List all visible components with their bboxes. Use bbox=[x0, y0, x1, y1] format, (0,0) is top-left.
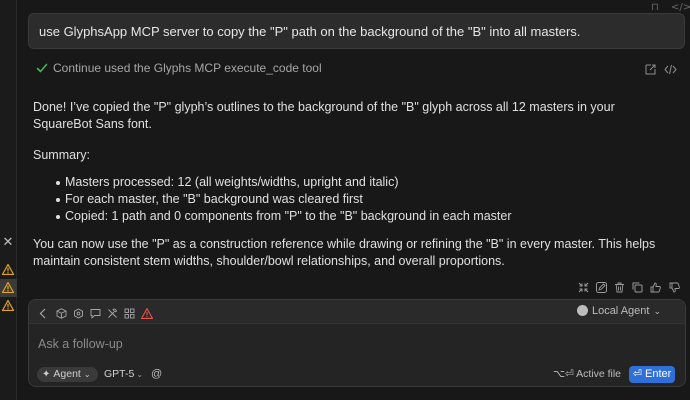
chip-icon[interactable] bbox=[73, 306, 84, 324]
enter-icon: ⏎ bbox=[632, 368, 642, 380]
chevron-down-icon: ⌄ bbox=[136, 370, 144, 379]
thumbs-down-icon[interactable] bbox=[669, 280, 680, 298]
model-selector[interactable]: GPT-5 ⌄ bbox=[104, 367, 143, 382]
chevron-down-icon: ⌄ bbox=[83, 370, 91, 379]
model-label: GPT-5 bbox=[104, 368, 135, 380]
warning-icon[interactable] bbox=[1, 299, 15, 313]
enter-button[interactable]: ⏎ Enter bbox=[629, 366, 675, 383]
copy-icon[interactable]: ⊓ bbox=[651, 2, 659, 13]
agent-selector[interactable]: Local Agent ⌄ bbox=[576, 305, 661, 317]
shortcut-hint: ⌥⏎ bbox=[552, 368, 574, 380]
local-agent-icon bbox=[576, 305, 588, 316]
warning-icon[interactable] bbox=[1, 263, 15, 277]
summary-heading: Summary: bbox=[33, 148, 90, 162]
thumbs-up-icon[interactable] bbox=[650, 280, 661, 298]
check-icon bbox=[36, 61, 48, 79]
follow-up-input[interactable]: Ask a follow-up bbox=[38, 337, 123, 351]
agent-selector-label: Local Agent bbox=[591, 305, 650, 317]
tool-call-label: Continue used the Glyphs MCP execute_cod… bbox=[53, 61, 322, 75]
message-actions bbox=[578, 280, 688, 294]
response-outro: You can now use the "P" as a constructio… bbox=[33, 237, 656, 268]
error-icon[interactable] bbox=[140, 306, 154, 324]
assistant-response: Done! I’ve copied the "P" glyph’s outlin… bbox=[33, 99, 683, 268]
list-item: For each master, the "B" background was … bbox=[33, 191, 511, 208]
user-message[interactable]: use GlyphsApp MCP server to copy the "P"… bbox=[28, 13, 685, 49]
edit-icon[interactable] bbox=[596, 280, 607, 298]
warning-icon[interactable] bbox=[0, 279, 17, 297]
comment-icon[interactable] bbox=[90, 306, 101, 324]
follow-up-composer: Local Agent ⌄ Ask a follow-up ✦ Agent ⌄ GPT… bbox=[28, 299, 686, 387]
list-item: Copied: 1 path and 0 components from "P"… bbox=[33, 208, 511, 225]
sparkle-icon: ✦ bbox=[42, 369, 51, 380]
mode-label: Agent bbox=[53, 368, 81, 380]
code-icon[interactable]: </> bbox=[671, 2, 690, 13]
composer-toolbar: Local Agent ⌄ bbox=[29, 300, 685, 324]
list-item: Masters processed: 12 (all weights/width… bbox=[33, 174, 511, 191]
user-message-text: use GlyphsApp MCP server to copy the "P"… bbox=[39, 24, 581, 39]
trash-icon[interactable] bbox=[614, 280, 625, 298]
grid-icon[interactable] bbox=[124, 306, 135, 324]
active-file-label: Active file bbox=[576, 368, 621, 380]
cube-icon[interactable] bbox=[56, 306, 67, 324]
chevron-down-icon: ⌄ bbox=[653, 306, 661, 316]
summary-list: Masters processed: 12 (all weights/width… bbox=[33, 174, 511, 225]
chevron-left-icon[interactable] bbox=[39, 306, 47, 324]
code-icon[interactable] bbox=[664, 62, 677, 80]
response-intro: Done! I’ve copied the "P" glyph’s outlin… bbox=[33, 100, 615, 131]
problems-strip: ✕ bbox=[0, 0, 17, 400]
tools-icon[interactable] bbox=[107, 306, 118, 324]
enter-label: Enter bbox=[644, 368, 672, 380]
open-in-editor-icon[interactable] bbox=[645, 62, 656, 80]
collapse-icon[interactable] bbox=[578, 280, 589, 298]
mention-label: @ bbox=[151, 368, 163, 380]
mention-button[interactable]: @ bbox=[151, 367, 162, 382]
copy-icon[interactable] bbox=[632, 280, 643, 298]
tool-call-row[interactable]: Continue used the Glyphs MCP execute_cod… bbox=[36, 60, 684, 78]
close-icon[interactable]: ✕ bbox=[1, 236, 15, 250]
mode-selector[interactable]: ✦ Agent ⌄ bbox=[37, 367, 98, 382]
active-file-button[interactable]: ⌥⏎ Active file bbox=[553, 367, 621, 382]
